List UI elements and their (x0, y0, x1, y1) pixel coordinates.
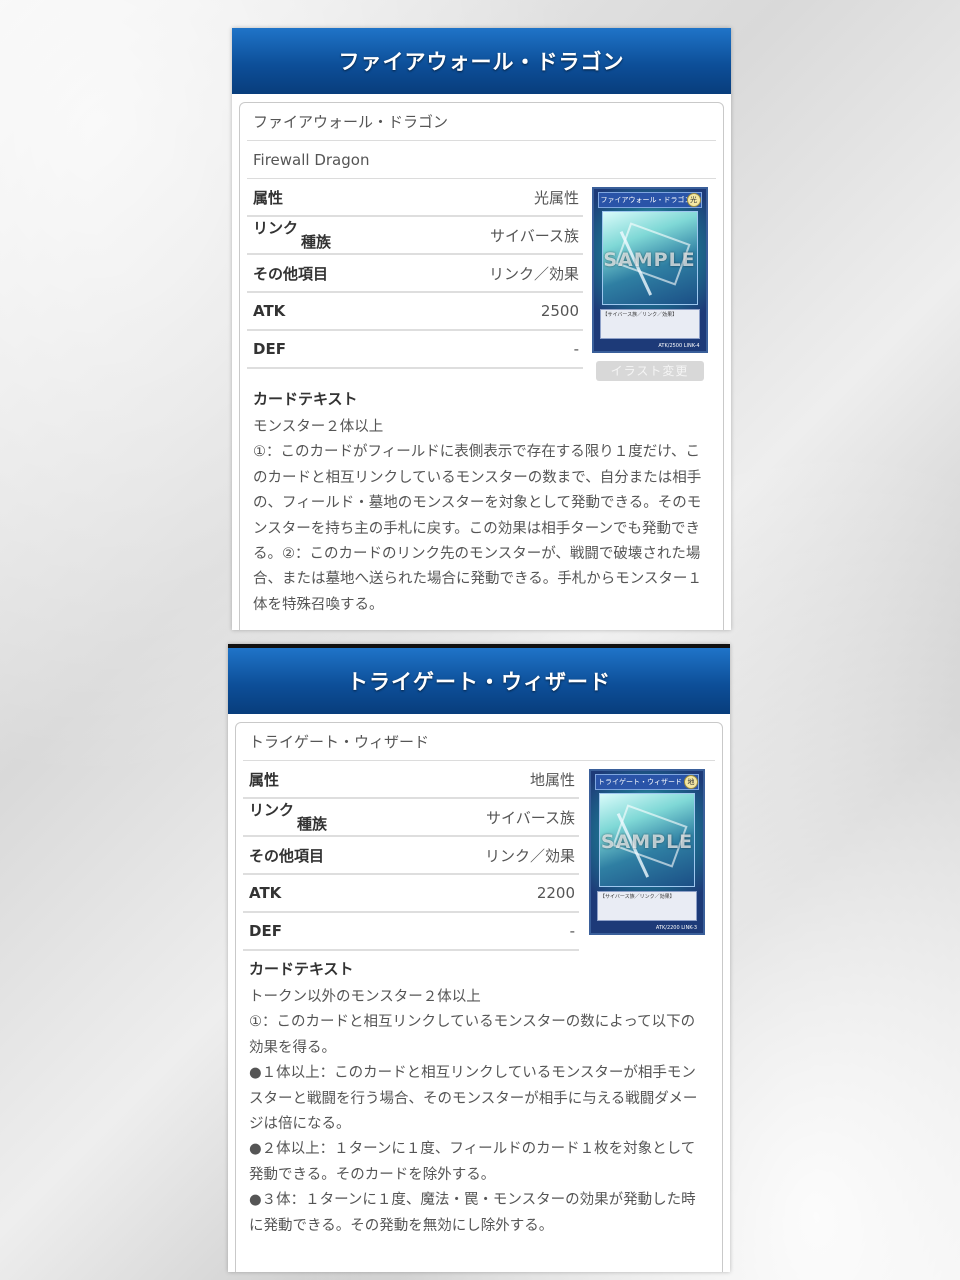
type-value: サイバース族 (490, 226, 579, 245)
card-header-title: ファイアウォール・ドラゴン (338, 50, 625, 74)
def-value: - (573, 340, 579, 358)
card-text-line: ①：このカードと相互リンクしているモンスターの数によって以下の効果を得る。 (249, 1014, 696, 1056)
attribute-value: 光属性 (533, 188, 579, 207)
card-text-line: トークン以外のモンスター２体以上 (249, 989, 481, 1005)
type-label: 種族 (297, 815, 328, 833)
card-info: 属性 光属性 リンク 種族 サイバース族 その他項目 リンク／効果 ATK 25 (247, 179, 716, 381)
card-stat-table: 属性 光属性 リンク 種族 サイバース族 その他項目 リンク／効果 ATK 25 (247, 179, 583, 381)
def-row: DEF - (243, 913, 579, 951)
card-info: 属性 地属性 リンク 種族 サイバース族 その他項目 リンク／効果 ATK 22 (243, 761, 715, 951)
card-image[interactable]: ファイアウォール・ドラゴン 光 SAMPLE 【サイバース族／リンク／効果】 A… (591, 187, 708, 353)
sample-watermark: SAMPLE (600, 831, 694, 853)
card-image-stats: ATK/2200 LINK-3 (655, 925, 697, 931)
attribute-row: 属性 地属性 (243, 761, 579, 799)
card-text-body: モンスター２体以上 ①：このカードがフィールドに表側表示で存在する限り１度だけ、… (247, 415, 716, 618)
atk-row: ATK 2200 (243, 875, 579, 913)
card-image-attribute: 光 (686, 193, 701, 207)
card-text-heading: カードテキスト (253, 389, 358, 408)
card-image-column: ファイアウォール・ドラゴン 光 SAMPLE 【サイバース族／リンク／効果】 A… (583, 179, 716, 381)
card-image-name: ファイアウォール・ドラゴン (597, 192, 702, 208)
card-text-line: ●２体以上：１ターンに１度、フィールドのカード１枚を対象として発動できる。そのカ… (249, 1141, 696, 1183)
attribute-value: 地属性 (529, 770, 575, 789)
attribute-label: 属性 (253, 188, 284, 207)
other-row: その他項目 リンク／効果 (243, 837, 579, 875)
card-detail-box: トライゲート・ウィザード 属性 地属性 リンク 種族 サイバース族 その他項目 … (235, 722, 723, 1272)
link-label: リンク (249, 801, 295, 819)
card-text-line: ●３体：１ターンに１度、魔法・罠・モンスターの効果が発動した時に発動できる。その… (249, 1192, 696, 1234)
card-name-ja-text: ファイアウォール・ドラゴン (253, 113, 449, 131)
card-panel-firewall-dragon: ファイアウォール・ドラゴン ファイアウォール・ドラゴン Firewall Dra… (232, 28, 731, 630)
card-header: トライゲート・ウィザード (228, 648, 730, 714)
other-label: その他項目 (253, 264, 329, 283)
link-type-label: リンク 種族 (249, 799, 349, 835)
atk-label: ATK (253, 302, 286, 320)
card-name-japanese: トライゲート・ウィザード (243, 723, 715, 761)
card-image[interactable]: トライゲート・ウィザード 地 SAMPLE 【サイバース族／リンク／効果】 AT… (589, 769, 705, 935)
link-label: リンク (253, 219, 299, 237)
card-text-line: ●１体以上：このカードと相互リンクしているモンスターが相手モンスターと戦闘を行う… (249, 1065, 698, 1133)
attribute-row: 属性 光属性 (247, 179, 583, 217)
other-value: リンク／効果 (488, 264, 579, 283)
change-illustration-button[interactable]: イラスト変更 (595, 361, 704, 381)
card-name-en-text: Firewall Dragon (253, 150, 370, 169)
card-stat-table: 属性 地属性 リンク 種族 サイバース族 その他項目 リンク／効果 ATK 22 (243, 761, 579, 951)
atk-row: ATK 2500 (247, 293, 583, 331)
card-image-textbox: 【サイバース族／リンク／効果】 (597, 891, 697, 921)
card-detail-box: ファイアウォール・ドラゴン Firewall Dragon 属性 光属性 リンク… (239, 102, 724, 630)
def-label: DEF (253, 340, 286, 358)
card-text-line: ①：このカードがフィールドに表側表示で存在する限り１度だけ、このカードと相互リン… (253, 444, 702, 613)
card-header: ファイアウォール・ドラゴン (232, 28, 731, 94)
def-label: DEF (249, 922, 282, 940)
card-image-textbox: 【サイバース族／リンク／効果】 (599, 309, 700, 339)
card-image-attribute: 地 (684, 775, 698, 789)
link-type-label: リンク 種族 (253, 217, 353, 253)
atk-label: ATK (249, 884, 282, 902)
card-image-stats: ATK/2500 LINK-4 (658, 343, 700, 349)
card-header-title: トライゲート・ウィザード (347, 670, 611, 694)
type-label: 種族 (301, 233, 332, 251)
card-name-ja-text: トライゲート・ウィザード (249, 733, 430, 751)
sample-watermark: SAMPLE (603, 249, 696, 271)
attribute-label: 属性 (249, 770, 280, 789)
type-value: サイバース族 (486, 808, 575, 827)
other-value: リンク／効果 (484, 846, 575, 865)
other-label: その他項目 (249, 846, 325, 865)
card-name-japanese: ファイアウォール・ドラゴン (247, 103, 716, 141)
other-row: その他項目 リンク／効果 (247, 255, 583, 293)
atk-value: 2500 (540, 302, 579, 320)
card-panel-trigate-wizard: トライゲート・ウィザード トライゲート・ウィザード 属性 地属性 リンク 種族 … (228, 644, 730, 1272)
card-name-english: Firewall Dragon (247, 141, 716, 179)
card-image-column: トライゲート・ウィザード 地 SAMPLE 【サイバース族／リンク／効果】 AT… (579, 761, 715, 951)
type-row: リンク 種族 サイバース族 (247, 217, 583, 255)
def-value: - (569, 922, 575, 940)
card-text-body: トークン以外のモンスター２体以上 ①：このカードと相互リンクしているモンスターの… (243, 985, 715, 1239)
card-text-heading: カードテキスト (249, 959, 354, 978)
type-row: リンク 種族 サイバース族 (243, 799, 579, 837)
card-text-line: モンスター２体以上 (253, 419, 384, 435)
atk-value: 2200 (536, 884, 575, 902)
def-row: DEF - (247, 331, 583, 369)
